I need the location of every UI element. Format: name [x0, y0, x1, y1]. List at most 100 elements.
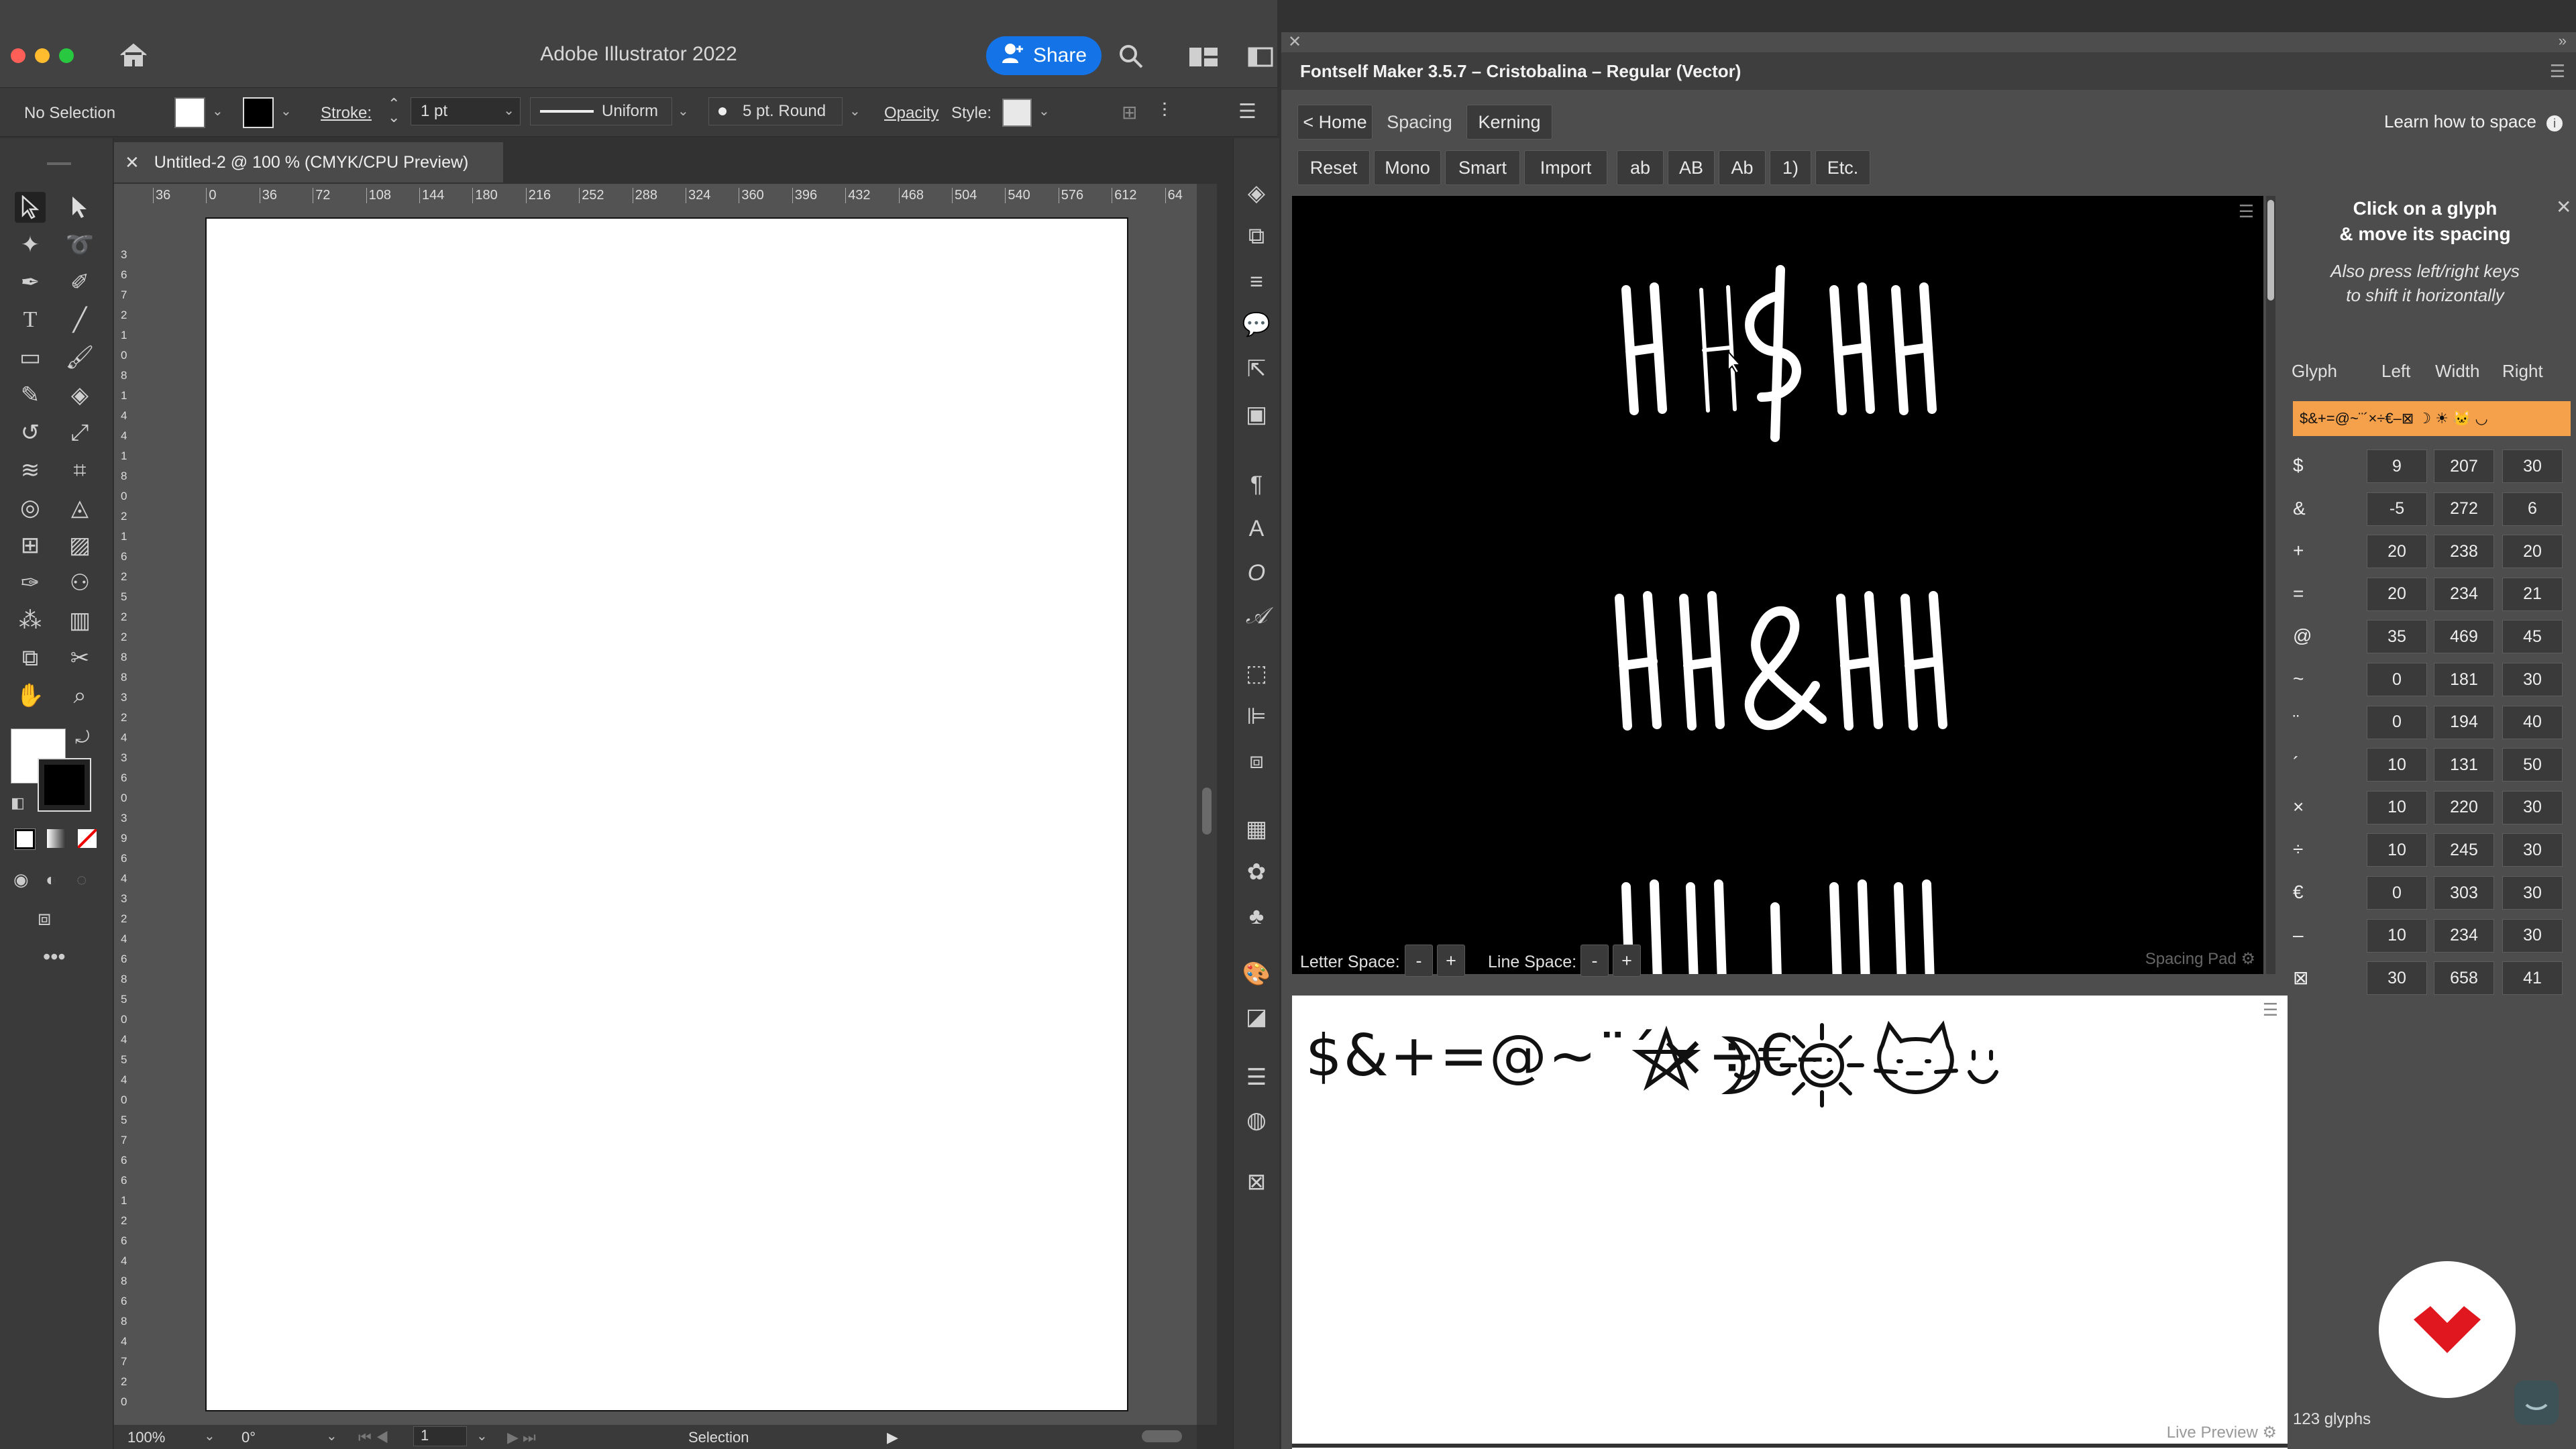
default-fill-stroke-icon[interactable]: ◧ [11, 794, 25, 812]
glyph-row[interactable]: ~0 181 30 [2288, 663, 2576, 698]
chevron-down-icon[interactable]: ⌄ [476, 1428, 488, 1444]
pen-tool-icon[interactable]: ✒ [15, 267, 46, 298]
right-bearing-field[interactable]: 30 [2502, 833, 2563, 867]
tab-kerning[interactable]: Kerning [1466, 105, 1552, 140]
glyph-H[interactable] [1894, 879, 1935, 974]
stroke-weight-field[interactable]: 1 pt ⌄ [411, 97, 521, 125]
stroke-label[interactable]: Stroke: [321, 104, 372, 123]
glyph-row[interactable]: €0 303 30 [2288, 876, 2576, 911]
mesh-tool-icon[interactable]: ⊞ [15, 530, 46, 561]
status-menu-icon[interactable]: ▶ [887, 1429, 898, 1446]
line-segment-tool-icon[interactable]: ╱ [64, 305, 95, 335]
free-transform-tool-icon[interactable]: ⌗ [64, 455, 95, 486]
vertical-ruler[interactable]: 3 6 7 2 1 0 8 1 4 4 1 8 0 2 1 6 2 5 2 2 8 8 3 2 4 3 6 0 3 9 6 4 3 2 4 6 8 5 0 4… [114, 208, 139, 1428]
properties-icon[interactable]: ≡ [1243, 268, 1270, 295]
rectangle-tool-icon[interactable]: ▭ [15, 342, 46, 373]
right-bearing-field[interactable]: 41 [2502, 961, 2563, 996]
filter-uppercase[interactable]: AB [1668, 150, 1715, 185]
left-bearing-field[interactable]: 10 [2367, 790, 2427, 824]
hand-tool-icon[interactable]: ✋ [15, 680, 46, 711]
variable-width-profile-dropdown[interactable]: Uniform [530, 97, 672, 125]
transform-icon[interactable]: ⊞ [1122, 101, 1137, 123]
width-field[interactable]: 469 [2434, 620, 2494, 654]
glyph-row[interactable]: +20 238 20 [2288, 535, 2576, 570]
scrollbar-thumb[interactable] [1142, 1430, 1182, 1442]
left-bearing-field[interactable]: 0 [2367, 705, 2427, 739]
width-field[interactable]: 303 [2434, 876, 2494, 910]
left-bearing-field[interactable]: 9 [2367, 449, 2427, 483]
opacity-label[interactable]: Opacity [884, 104, 938, 123]
left-bearing-field[interactable]: 10 [2367, 748, 2427, 782]
brushes-icon[interactable]: ✿ [1243, 859, 1270, 885]
glyph-H[interactable] [1686, 879, 1727, 974]
left-bearing-field[interactable]: 35 [2367, 620, 2427, 654]
right-bearing-field[interactable]: 45 [2502, 620, 2563, 654]
warp-tool-icon[interactable]: ≋ [15, 455, 46, 486]
width-field[interactable]: 181 [2434, 663, 2494, 696]
chevron-down-icon[interactable]: ⌄ [280, 103, 292, 119]
pathfinder-icon[interactable]: ⧈ [1243, 747, 1270, 774]
scrollbar-thumb[interactable] [1202, 788, 1212, 835]
paintbrush-tool-icon[interactable]: 🖌 [64, 342, 95, 373]
eyedropper-tool-icon[interactable]: ✑ [15, 568, 46, 598]
align-panel-icon[interactable]: ⊫ [1243, 703, 1270, 730]
share-button[interactable]: Share [986, 36, 1102, 75]
stroke-swatch[interactable] [243, 97, 274, 128]
curvature-tool-icon[interactable]: ✐ [64, 267, 95, 298]
horizontal-scrollbar[interactable] [1292, 1444, 2288, 1448]
left-bearing-field[interactable]: 30 [2367, 961, 2427, 996]
none-mode-icon[interactable] [76, 828, 98, 849]
filter-numbers[interactable]: 1) [1770, 150, 1811, 185]
glyph-H[interactable] [1679, 591, 1725, 731]
scrollbar-thumb[interactable] [2267, 200, 2274, 301]
selected-glyphs-row[interactable]: $&+=@~¨´×÷€–⊠ ☽ ☀ 🐱 ◡ [2293, 401, 2571, 436]
stroke-color-swatch[interactable] [38, 758, 91, 812]
gear-icon[interactable]: ⚙ [2241, 950, 2255, 968]
right-bearing-field[interactable]: 30 [2502, 918, 2563, 953]
spacing-pad-glyphs[interactable] [1292, 196, 2263, 974]
export-icon[interactable]: ⇱ [1243, 356, 1270, 382]
right-bearing-field[interactable]: 6 [2502, 492, 2563, 526]
magic-wand-tool-icon[interactable]: ✦ [15, 229, 46, 260]
last-artboard-icon[interactable]: ▶ ⏭ [507, 1429, 536, 1446]
first-artboard-icon[interactable]: ⏮ ◀ [358, 1429, 389, 1446]
left-bearing-field[interactable]: -5 [2367, 492, 2427, 526]
preview-menu-icon[interactable]: ☰ [2263, 1000, 2278, 1020]
transparency-icon[interactable]: ◍ [1243, 1107, 1270, 1134]
symbol-sprayer-tool-icon[interactable]: ⁂ [15, 605, 46, 636]
right-bearing-field[interactable]: 30 [2502, 876, 2563, 910]
transform-panel-icon[interactable]: ⬚ [1243, 660, 1270, 687]
glyph-row[interactable]: @35 469 45 [2288, 620, 2576, 655]
glyph-H[interactable] [1615, 591, 1662, 731]
artboard-number-field[interactable]: 1 [413, 1426, 467, 1446]
right-bearing-field[interactable]: 30 [2502, 449, 2563, 483]
glyph-H[interactable] [1829, 282, 1875, 415]
left-bearing-field[interactable]: 20 [2367, 577, 2427, 611]
shape-builder-tool-icon[interactable]: ◎ [15, 492, 46, 523]
live-preview[interactable]: $&+=@~¨´×÷€– ☰ Live Preview ⚙ [1292, 996, 2288, 1449]
left-bearing-field[interactable]: 10 [2367, 833, 2427, 867]
glyph-dollar[interactable] [1745, 265, 1801, 442]
line-space-decrease[interactable]: - [1580, 945, 1609, 977]
glyph-H[interactable] [1900, 591, 1947, 731]
glyph-row[interactable]: – 10 234 30 [2288, 918, 2576, 954]
right-bearing-field[interactable]: 50 [2502, 748, 2563, 782]
gradient-mode-icon[interactable] [47, 829, 66, 848]
width-field[interactable]: 131 [2434, 748, 2494, 782]
horizontal-ruler[interactable]: 36 0 36 72 108 144 180 216 252 288 324 360 396 432 468… [146, 184, 1197, 209]
rotation-value[interactable]: 0° [241, 1429, 256, 1446]
right-bearing-field[interactable]: 40 [2502, 705, 2563, 739]
image-trace-icon[interactable]: ⊠ [1243, 1169, 1270, 1195]
reset-button[interactable]: Reset [1297, 150, 1370, 185]
chevron-down-icon[interactable]: ⌄ [1038, 103, 1050, 119]
document-tab[interactable]: ✕ Untitled-2 @ 100 % (CMYK/CPU Preview) [114, 142, 503, 182]
libraries-icon[interactable]: ▣ [1243, 401, 1270, 428]
filter-etc[interactable]: Etc. [1815, 150, 1870, 185]
slice-tool-icon[interactable]: ✂ [64, 643, 95, 674]
glyph-H[interactable] [1829, 879, 1870, 974]
layers-icon[interactable]: ◈ [1243, 180, 1270, 207]
left-bearing-field[interactable]: 10 [2367, 918, 2427, 953]
width-field[interactable]: 238 [2434, 535, 2494, 569]
width-field[interactable]: 658 [2434, 961, 2494, 996]
close-help-icon[interactable]: ✕ [2556, 196, 2571, 218]
